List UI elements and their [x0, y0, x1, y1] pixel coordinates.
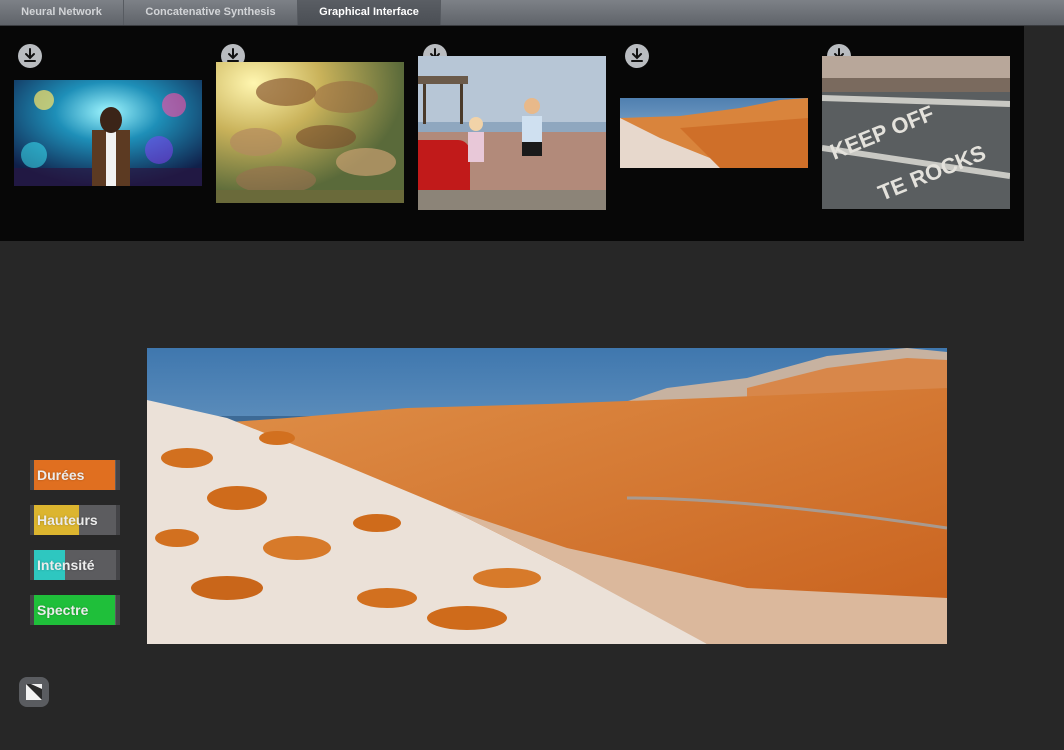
- param-intensite[interactable]: Intensité: [30, 550, 120, 580]
- download-icon[interactable]: [18, 44, 42, 68]
- param-edge: [116, 505, 120, 535]
- param-edge: [116, 595, 120, 625]
- param-edge: [30, 550, 34, 580]
- tab-neural-network[interactable]: Neural Network: [0, 0, 124, 25]
- selected-image-preview[interactable]: [147, 348, 947, 644]
- gallery-thumb-orange-hillside[interactable]: [620, 98, 808, 168]
- app-logo-icon[interactable]: [19, 677, 49, 707]
- param-intensite-label: Intensité: [37, 557, 95, 573]
- gallery-thumb-keep-off-road[interactable]: KEEP OFF TE ROCKS: [822, 56, 1010, 209]
- gallery-thumb-neon-carousel[interactable]: [14, 80, 202, 186]
- tab-graphical-interface[interactable]: Graphical Interface: [298, 0, 441, 25]
- param-durees[interactable]: Durées: [30, 460, 120, 490]
- param-spectre-label: Spectre: [37, 602, 89, 618]
- param-durees-label: Durées: [37, 467, 85, 483]
- param-edge: [116, 550, 120, 580]
- param-edge: [30, 460, 34, 490]
- gallery-thumb-children-promenade[interactable]: [418, 56, 606, 210]
- param-hauteurs[interactable]: Hauteurs: [30, 505, 120, 535]
- gallery-thumb-baroque-painting[interactable]: [216, 62, 404, 203]
- image-gallery: KEEP OFF TE ROCKS: [0, 26, 1024, 241]
- tab-bar: Neural Network Concatenative Synthesis G…: [0, 0, 1064, 26]
- param-edge: [30, 595, 34, 625]
- tab-concatenative-synthesis[interactable]: Concatenative Synthesis: [124, 0, 298, 25]
- param-spectre[interactable]: Spectre: [30, 595, 120, 625]
- param-hauteurs-label: Hauteurs: [37, 512, 98, 528]
- download-icon[interactable]: [625, 44, 649, 68]
- param-edge: [30, 505, 34, 535]
- param-edge: [116, 460, 120, 490]
